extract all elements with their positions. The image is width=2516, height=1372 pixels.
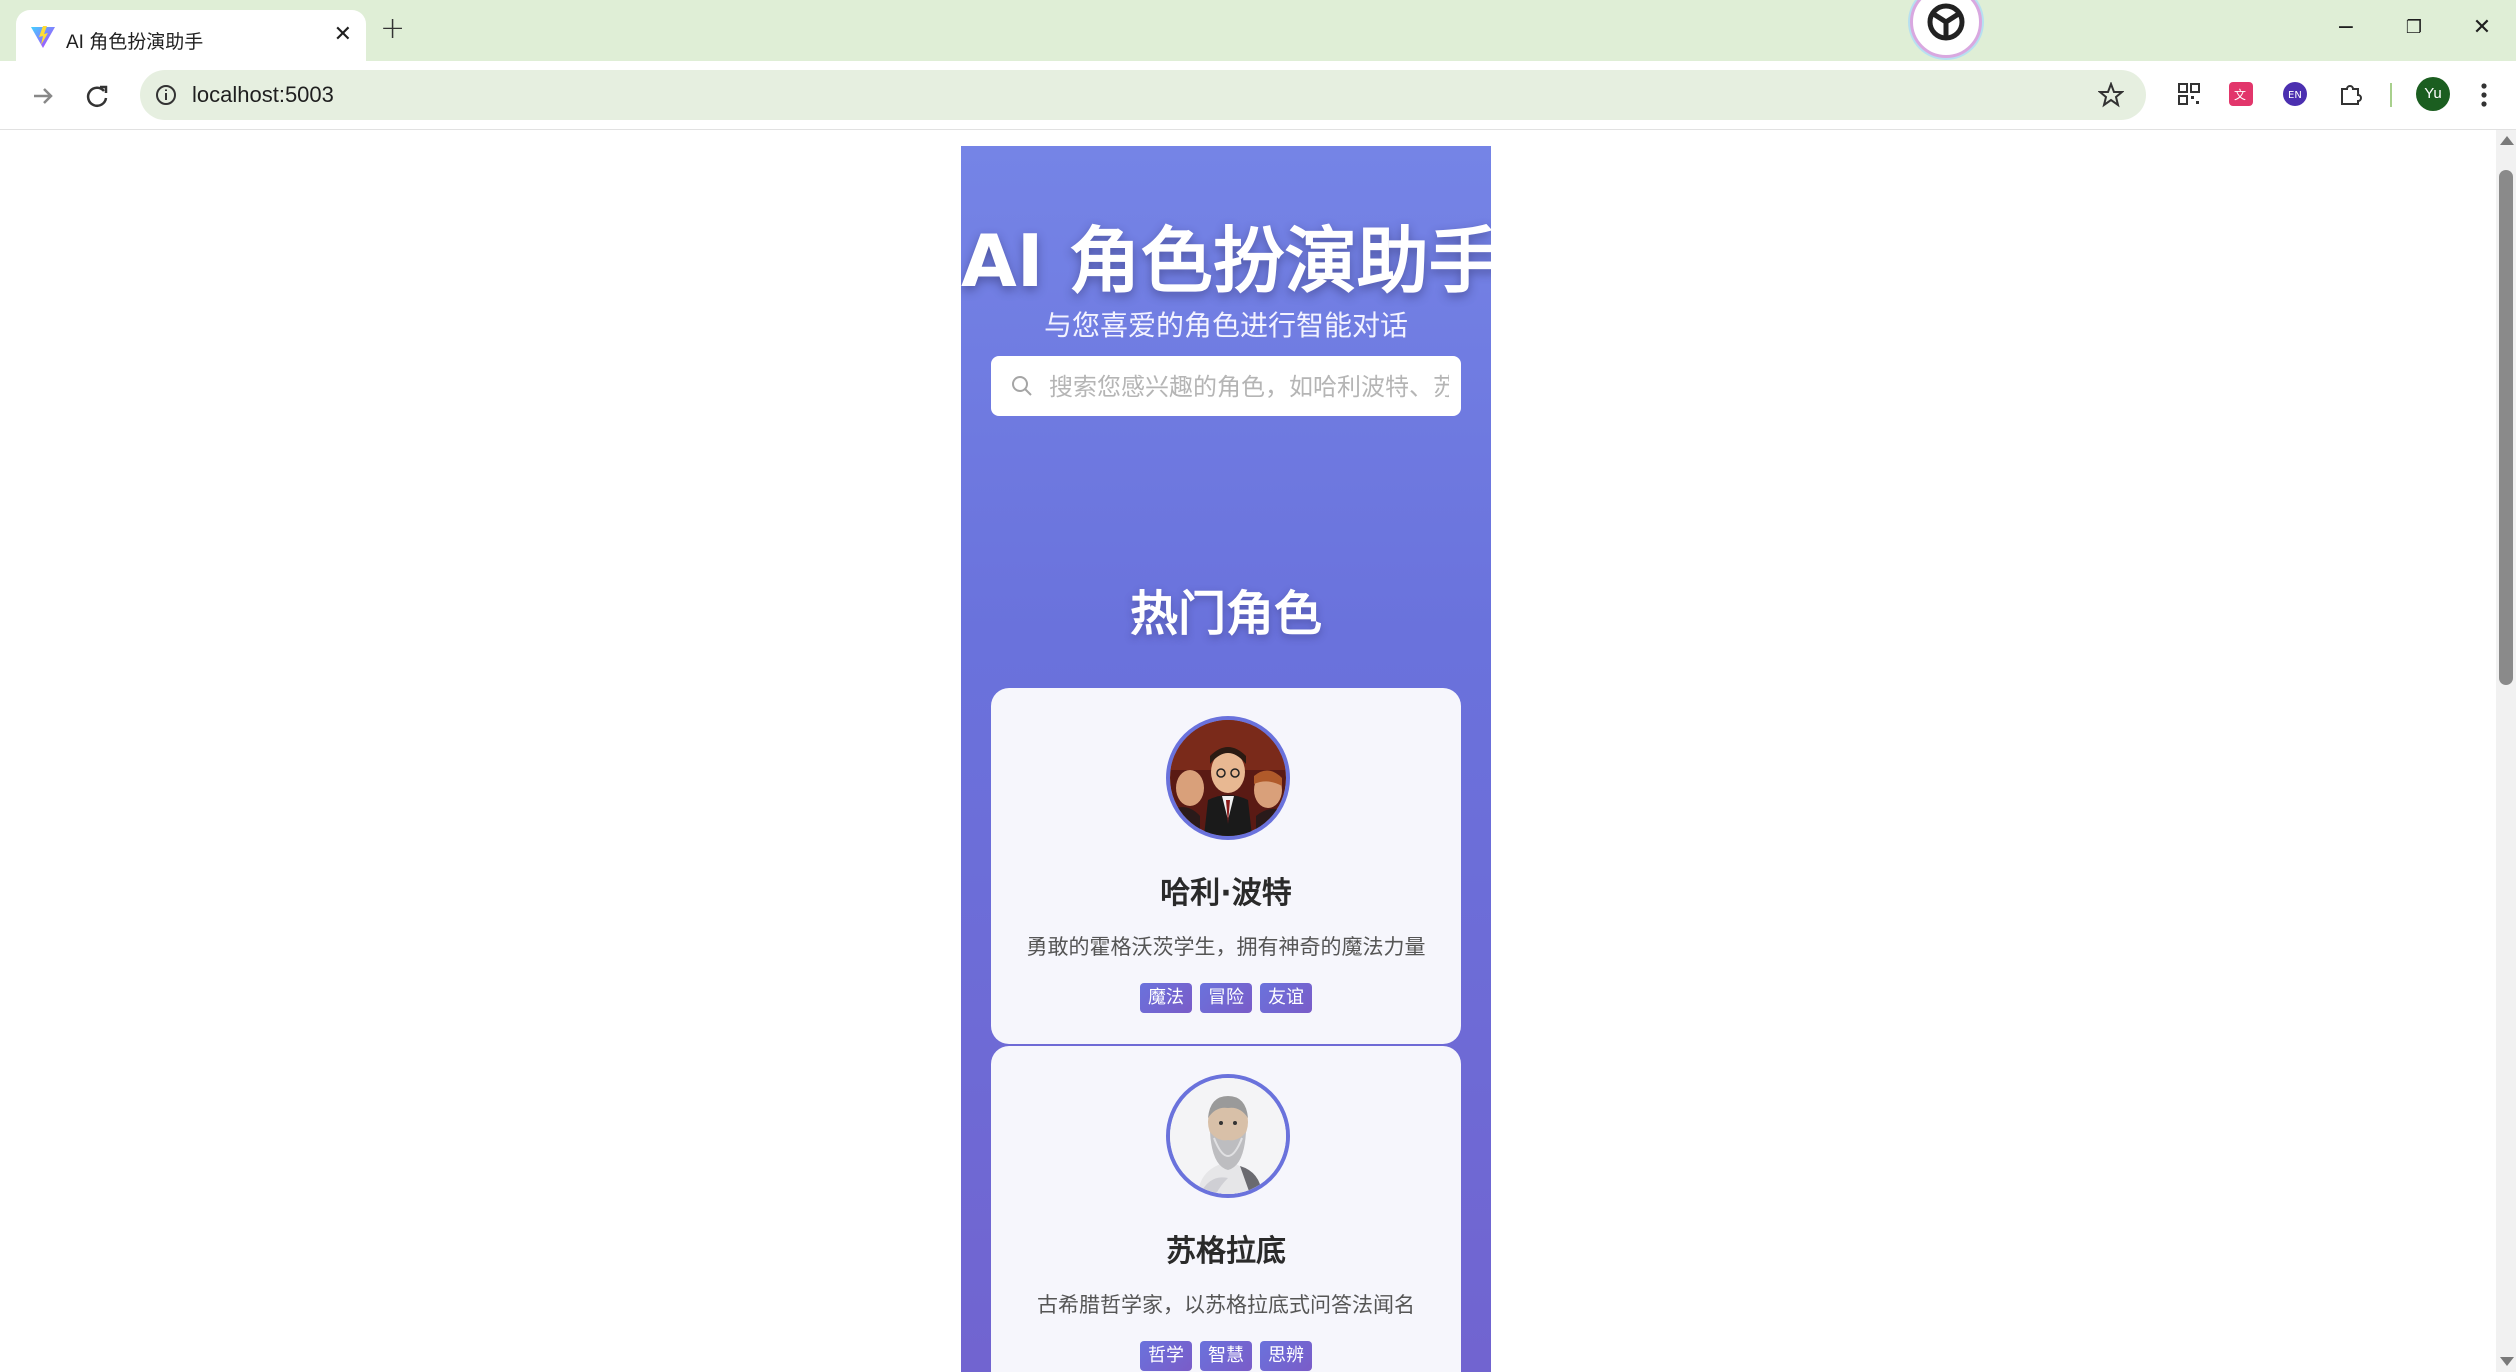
assistant-bubble-icon[interactable]	[1910, 0, 1982, 58]
reload-icon[interactable]	[82, 81, 112, 111]
character-description: 古希腊哲学家，以苏格拉底式问答法闻名	[1037, 1293, 1415, 1317]
url-text: localhost:5003	[192, 82, 334, 107]
svg-text:文: 文	[2234, 87, 2246, 102]
search-icon	[1012, 376, 1032, 396]
app-container: AI 角色扮演助手 与您喜爱的角色进行智能对话 热门角色	[961, 146, 1491, 1372]
character-name: 哈利·波特	[1160, 876, 1292, 911]
tab-title: AI 角色扮演助手	[66, 32, 204, 53]
restore-button[interactable]: ❐	[2394, 10, 2434, 46]
forward-arrow-icon[interactable]	[28, 81, 58, 111]
tag-badge: 魔法	[1140, 983, 1192, 1013]
extensions-puzzle-icon[interactable]	[2336, 79, 2366, 109]
toolbar-divider	[2390, 83, 2392, 107]
character-tags: 哲学 智慧 思辨	[991, 1341, 1461, 1371]
more-menu-icon[interactable]	[2476, 78, 2492, 112]
character-description: 勇敢的霍格沃茨学生，拥有神奇的魔法力量	[1026, 935, 1426, 959]
new-tab-button[interactable]: +	[380, 12, 405, 46]
scroll-thumb[interactable]	[2499, 170, 2513, 685]
address-bar[interactable]: localhost:5003	[140, 70, 2146, 120]
tab-close-icon[interactable]: ✕	[334, 22, 352, 48]
tag-badge: 友谊	[1260, 983, 1312, 1013]
profile-avatar[interactable]: Yu	[2416, 77, 2450, 111]
character-card-harry-potter[interactable]: 哈利·波特 勇敢的霍格沃茨学生，拥有神奇的魔法力量 魔法 冒险 友谊	[991, 688, 1461, 1044]
page-subtitle: 与您喜爱的角色进行智能对话	[1043, 309, 1408, 342]
minimize-button[interactable]: −	[2326, 10, 2366, 46]
bookmark-star-icon[interactable]	[2098, 82, 2124, 108]
language-en-icon[interactable]: EN	[2280, 79, 2310, 109]
tag-badge: 哲学	[1140, 1341, 1192, 1371]
tag-badge: 冒险	[1200, 983, 1252, 1013]
section-title-popular: 热门角色	[1129, 586, 1322, 642]
tag-badge: 思辨	[1260, 1341, 1312, 1371]
browser-tab-strip: AI 角色扮演助手 ✕ + − ❐ ✕	[0, 0, 2516, 61]
browser-tab-active[interactable]: AI 角色扮演助手 ✕	[16, 10, 366, 61]
avatar	[1166, 716, 1290, 840]
tag-badge: 智慧	[1200, 1341, 1252, 1371]
vite-logo-icon	[31, 26, 55, 48]
harry-potter-portrait-icon	[1170, 720, 1286, 836]
svg-text:EN: EN	[2288, 90, 2302, 101]
character-name: 苏格拉底	[1166, 1234, 1286, 1269]
scroll-down-arrow-icon[interactable]	[2500, 1357, 2514, 1366]
page-scrollbar[interactable]	[2496, 130, 2516, 1372]
search-input[interactable]	[1047, 356, 1451, 416]
site-info-icon[interactable]	[154, 83, 178, 107]
avatar	[1166, 1074, 1290, 1198]
page-title: AI 角色扮演助手	[961, 219, 1491, 303]
scroll-up-arrow-icon[interactable]	[2500, 136, 2514, 145]
qr-code-icon[interactable]	[2174, 79, 2204, 109]
socrates-bust-icon	[1170, 1078, 1286, 1194]
character-card-socrates[interactable]: 苏格拉底 古希腊哲学家，以苏格拉底式问答法闻名 哲学 智慧 思辨	[991, 1046, 1461, 1372]
search-box[interactable]	[991, 356, 1461, 416]
close-window-button[interactable]: ✕	[2462, 10, 2502, 46]
translate-extension-icon[interactable]: 文	[2226, 79, 2256, 109]
character-tags: 魔法 冒险 友谊	[991, 983, 1461, 1013]
browser-toolbar: localhost:5003 文 EN Yu	[0, 61, 2516, 130]
